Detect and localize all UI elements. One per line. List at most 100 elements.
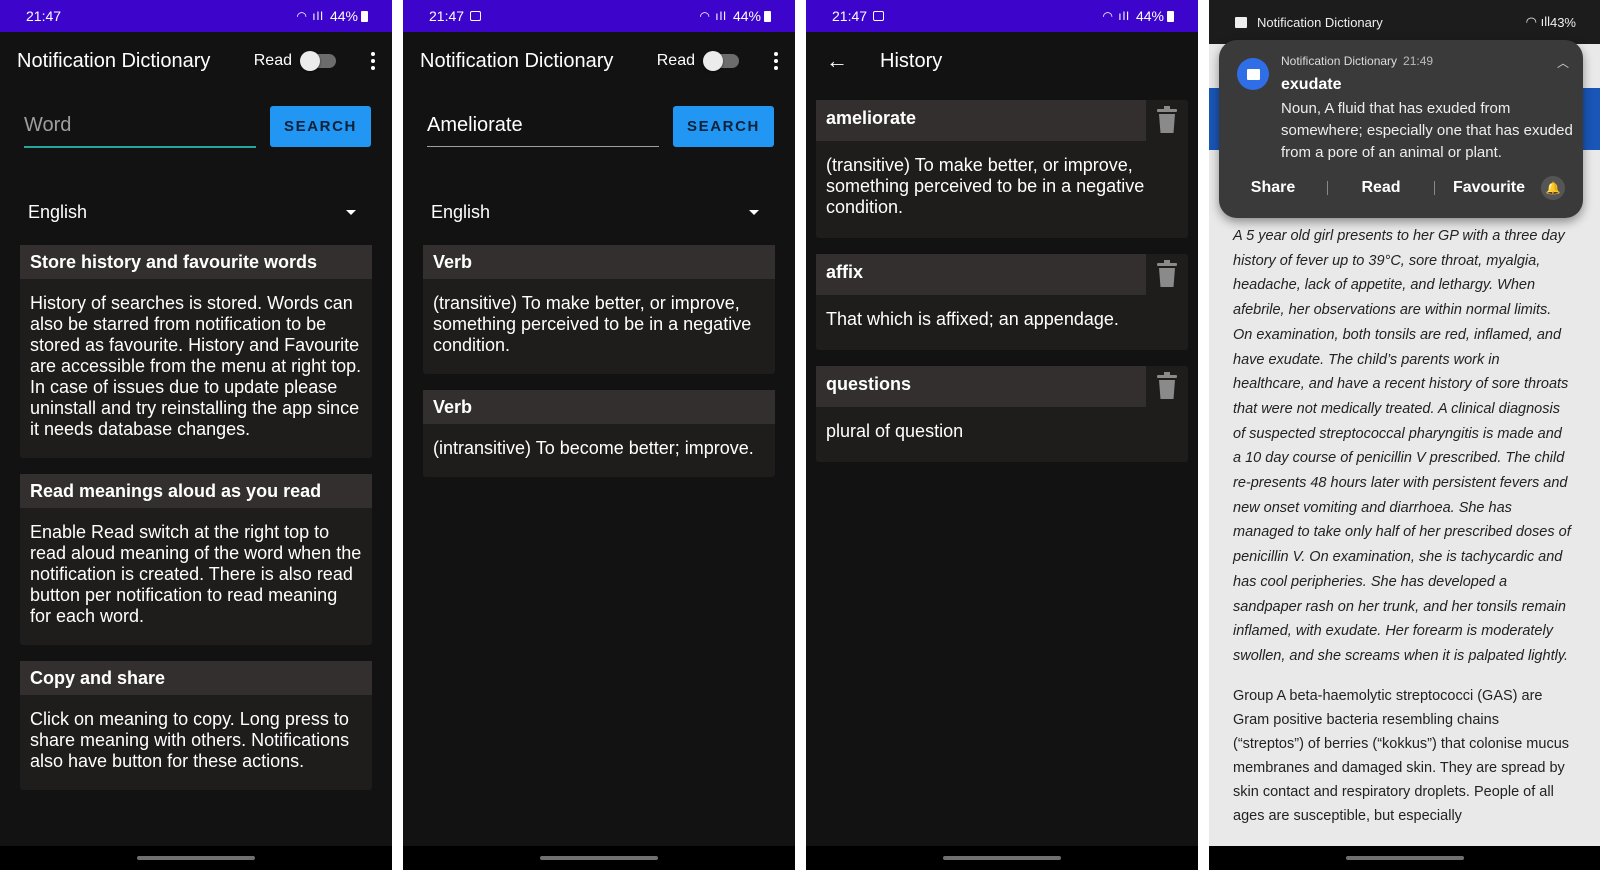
app-title: Notification Dictionary [17,49,211,72]
status-bar: 21:47 ◠ ıll 44% [0,0,392,32]
nav-bar [1209,846,1600,870]
gallery-icon [873,11,885,21]
meaning-card[interactable]: Verb (transitive) To make better, or imp… [423,245,775,374]
card-title: Read meanings aloud as you read [20,474,372,508]
language-value: English [28,201,88,222]
search-button[interactable]: SEARCH [673,106,774,147]
history-word: ameliorate [816,100,1146,141]
screen-notification: Notification Dictionary ◠ ıll 43% A 5 ye… [1209,0,1600,870]
search-input[interactable]: Word [24,106,256,148]
battery-icon [361,10,368,22]
battery-level: 44% [732,8,761,24]
info-card: Read meanings aloud as you read Enable R… [20,474,372,645]
nav-bar [0,846,392,870]
read-toggle[interactable] [300,51,336,71]
notification-word: exudate [1281,76,1342,93]
part-of-speech: Verb [423,390,775,424]
search-input[interactable]: Ameliorate [427,106,659,147]
notification-definition: Noun, A fluid that has exuded from somew… [1281,100,1573,161]
read-toggle[interactable] [703,51,739,71]
notification-card[interactable]: Notification Dictionary 21:49 ︿ exudate N… [1219,40,1583,218]
home-gesture-handle[interactable] [1345,856,1464,860]
screen-history: 21:47 ◠ ıll 44% ← History ameliorate (tr… [806,0,1198,870]
nav-bar [403,846,795,870]
article-paragraph: A 5 year old girl presents to her GP wit… [1233,228,1571,664]
read-label: Read [656,52,695,69]
notification-header: Notification Dictionary 21:49 [1281,54,1433,68]
app-bar: Notification Dictionary Read [403,32,795,90]
meaning-text: (transitive) To make better, or improve,… [433,293,752,355]
info-card: Store history and favourite words Histor… [20,245,372,458]
history-word: affix [816,254,1146,295]
more-menu-icon[interactable] [761,52,791,70]
home-gesture-handle[interactable] [943,856,1061,860]
signal-icon: ◠ ıll [699,9,727,23]
signal-icon: ◠ ıll [1102,9,1130,23]
info-card: Copy and share Click on meaning to copy.… [20,661,372,790]
history-word: questions [816,366,1146,407]
home-gesture-handle[interactable] [540,856,658,860]
search-row: Ameliorate SEARCH [403,90,795,179]
home-gesture-handle[interactable] [137,856,255,860]
search-button[interactable]: SEARCH [270,106,371,147]
status-bar: Notification Dictionary ◠ ıll 43% [1209,0,1600,44]
card-body: History of searches is stored. Words can… [30,293,362,439]
app-bar: Notification Dictionary Read [0,32,392,90]
trash-icon[interactable] [1156,372,1178,400]
nav-bar [806,846,1198,870]
read-action-button[interactable]: Read [1328,179,1434,197]
history-meaning: (transitive) To make better, or improve,… [826,155,1145,217]
history-item[interactable]: ameliorate (transitive) To make better, … [816,100,1188,238]
notification-actions: Share Read Favourite [1219,176,1583,200]
history-item[interactable]: affix That which is affixed; an appendag… [816,254,1188,350]
page-title: History [880,49,943,72]
status-time: 21:47 [832,8,868,24]
battery-level: 43% [1549,14,1576,30]
background-article: A 5 year old girl presents to her GP wit… [1233,224,1573,828]
app-bar: ← History [806,32,1198,90]
language-select[interactable]: English [403,179,795,245]
search-value: Ameliorate [427,114,523,136]
dropdown-caret-icon [346,209,356,215]
status-time: 21:47 [429,8,465,24]
share-action-button[interactable]: Share [1219,179,1327,197]
history-item[interactable]: questions plural of question [816,366,1188,462]
history-meaning: That which is affixed; an appendage. [826,309,1119,329]
read-label: Read [253,52,292,69]
language-value: English [431,201,491,222]
app-notification-icon [1235,16,1247,28]
card-body: Click on meaning to copy. Long press to … [30,709,350,771]
card-title: Copy and share [20,661,372,695]
collapse-chevron-icon[interactable]: ︿ [1557,54,1569,71]
language-select[interactable]: English [0,179,392,245]
history-list: ameliorate (transitive) To make better, … [806,100,1198,462]
article-paragraph: Group A beta-haemolytic streptococci (GA… [1233,687,1570,824]
signal-icon: ◠ ıll [296,9,324,23]
trash-icon[interactable] [1156,260,1178,288]
battery-level: 44% [329,8,358,24]
history-meaning: plural of question [826,421,964,441]
favourite-action-button[interactable]: Favourite [1435,179,1543,197]
info-cards: Store history and favourite words Histor… [0,245,392,790]
more-menu-icon[interactable] [358,52,388,70]
trash-icon[interactable] [1156,106,1178,134]
status-app-label: Notification Dictionary [1257,14,1383,30]
meaning-text: (intransitive) To become better; improve… [433,438,754,458]
back-arrow-icon[interactable]: ← [826,48,848,74]
bell-snooze-icon[interactable]: 🔔 [1541,176,1565,200]
meaning-cards: Verb (transitive) To make better, or imp… [403,245,795,477]
status-bar: 21:47 ◠ ıll 44% [806,0,1198,32]
notification-app-name: Notification Dictionary [1281,54,1398,68]
dropdown-caret-icon [749,209,759,215]
dictionary-app-icon [1237,58,1269,90]
app-title: Notification Dictionary [420,49,614,72]
gallery-icon [470,11,482,21]
meaning-card[interactable]: Verb (intransitive) To become better; im… [423,390,775,477]
screen-search-result: 21:47 ◠ ıll 44% Notification Dictionary … [403,0,795,870]
search-placeholder: Word [24,114,72,136]
card-body: Enable Read switch at the right top to r… [30,522,362,626]
battery-level: 44% [1135,8,1164,24]
card-title: Store history and favourite words [20,245,372,279]
status-time: 21:47 [26,8,62,24]
status-bar: 21:47 ◠ ıll 44% [403,0,795,32]
